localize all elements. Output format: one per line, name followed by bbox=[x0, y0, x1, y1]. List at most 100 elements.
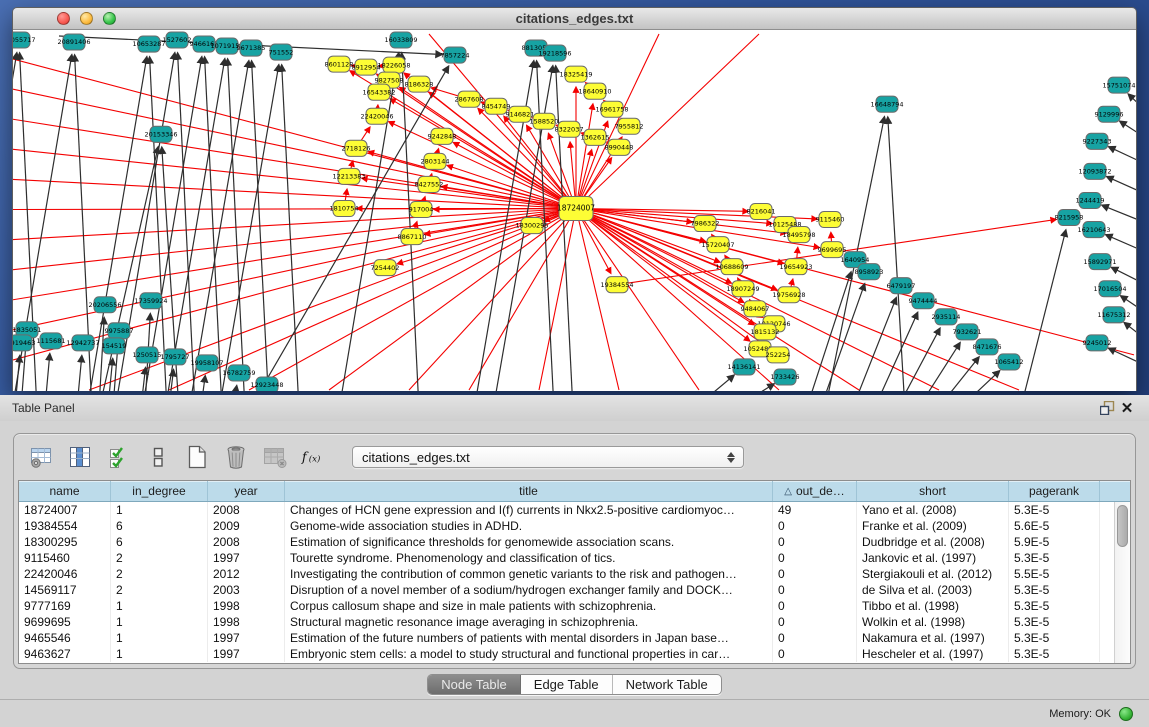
graph-node[interactable]: 10653287 bbox=[132, 36, 165, 52]
graph-node[interactable]: 9671385 bbox=[237, 40, 266, 56]
graph-node[interactable]: 7986322 bbox=[691, 216, 720, 232]
graph-node[interactable]: 1115681 bbox=[37, 333, 66, 349]
table-row[interactable]: 2242004622012Investigating the contribut… bbox=[19, 566, 1114, 582]
import-table-button-disabled[interactable] bbox=[262, 444, 288, 470]
graph-node[interactable]: 16210643 bbox=[1077, 222, 1110, 238]
graph-node[interactable]: 12942737 bbox=[66, 335, 99, 351]
float-panel-button[interactable] bbox=[1097, 399, 1117, 417]
graph-node[interactable]: 8216041 bbox=[747, 203, 776, 219]
graph-node[interactable]: 20153346 bbox=[144, 126, 177, 142]
column-header-outde[interactable]: △out_de… bbox=[773, 481, 857, 501]
column-header-name[interactable]: name bbox=[19, 481, 111, 501]
graph-node[interactable]: 9245012 bbox=[1083, 335, 1112, 351]
graph-node[interactable]: 8958923 bbox=[855, 264, 884, 280]
graph-node[interactable]: 252254 bbox=[766, 347, 791, 363]
graph-node[interactable]: 16033809 bbox=[384, 32, 417, 48]
graph-node[interactable]: 12923448 bbox=[250, 377, 283, 391]
graph-node[interactable]: 8427552 bbox=[415, 176, 444, 192]
graph-node[interactable]: 2718126 bbox=[342, 140, 371, 156]
graph-node[interactable]: 917004 bbox=[409, 201, 434, 217]
graph-node[interactable]: 2867608 bbox=[455, 91, 484, 107]
graph-node[interactable]: 751552 bbox=[269, 44, 294, 60]
graph-node[interactable]: 9242848 bbox=[428, 128, 457, 144]
graph-node[interactable]: 14136141 bbox=[727, 359, 760, 375]
graph-node[interactable]: 2803144 bbox=[421, 153, 450, 169]
graph-node[interactable]: 9484067 bbox=[741, 301, 770, 317]
graph-node[interactable]: 1527602 bbox=[163, 32, 192, 48]
column-header-indegree[interactable]: in_degree bbox=[111, 481, 208, 501]
rows-button[interactable] bbox=[145, 444, 171, 470]
close-panel-button[interactable]: ✕ bbox=[1117, 399, 1137, 417]
select-all-button[interactable] bbox=[106, 444, 132, 470]
graph-node[interactable]: 15751074 bbox=[1102, 77, 1135, 93]
graph-node[interactable]: 15720407 bbox=[701, 237, 734, 253]
graph-node[interactable]: 16782759 bbox=[222, 365, 255, 381]
graph-node[interactable]: 1244419 bbox=[1076, 192, 1105, 208]
graph-node[interactable]: 16961758 bbox=[595, 101, 628, 117]
graph-node[interactable]: 8912954 bbox=[352, 59, 381, 75]
graph-node[interactable]: 19654923 bbox=[779, 259, 812, 275]
graph-node[interactable]: 18907249 bbox=[726, 281, 759, 297]
graph-node[interactable]: 17359924 bbox=[134, 293, 167, 309]
graph-node[interactable]: 7932621 bbox=[953, 324, 982, 340]
graph-node[interactable]: 9129996 bbox=[1095, 106, 1124, 122]
scrollbar-thumb[interactable] bbox=[1117, 505, 1128, 547]
minimize-window-button[interactable] bbox=[80, 12, 93, 25]
graph-node[interactable]: 14055717 bbox=[13, 32, 36, 48]
table-row[interactable]: 977716911998Corpus callosum shape and si… bbox=[19, 598, 1114, 614]
table-row[interactable]: 969969511998Structural magnetic resonanc… bbox=[19, 614, 1114, 630]
graph-node[interactable]: 154519 bbox=[102, 338, 127, 354]
graph-node[interactable]: 16648794 bbox=[870, 96, 903, 112]
column-header-pagerank[interactable]: pagerank bbox=[1009, 481, 1100, 501]
graph-node[interactable]: 11675312 bbox=[1097, 307, 1130, 323]
graph-node[interactable]: 7254402 bbox=[371, 260, 400, 276]
graph-node[interactable]: 18640910 bbox=[578, 83, 611, 99]
graph-node[interactable]: 2935114 bbox=[932, 309, 961, 325]
table-row[interactable]: 1938455462009Genome-wide association stu… bbox=[19, 518, 1114, 534]
column-header-short[interactable]: short bbox=[857, 481, 1009, 501]
network-canvas[interactable]: 1872400786011288912954182260589827508818… bbox=[13, 30, 1136, 391]
table-row[interactable]: 1830029562008Estimation of significance … bbox=[19, 534, 1114, 550]
graph-node[interactable]: 18325419 bbox=[559, 66, 592, 82]
graph-node[interactable]: 8867110 bbox=[398, 229, 427, 245]
table-row[interactable]: 911546021997Tourette syndrome. Phenomeno… bbox=[19, 550, 1114, 566]
graph-node[interactable]: 8215958 bbox=[1055, 209, 1084, 225]
graph-node[interactable]: 9227343 bbox=[1083, 133, 1112, 149]
graph-node[interactable]: 8990448 bbox=[605, 139, 634, 155]
graph-node[interactable]: 19958107 bbox=[190, 355, 223, 371]
table-row[interactable]: 946362711997Embryonic stem cells: a mode… bbox=[19, 646, 1114, 662]
graph-node[interactable]: 9975887 bbox=[105, 323, 134, 339]
graph-node[interactable]: 12093872 bbox=[1078, 163, 1111, 179]
new-table-button[interactable] bbox=[184, 444, 210, 470]
function-builder-button[interactable]: f (x) bbox=[301, 444, 327, 470]
graph-node[interactable]: 7857224 bbox=[441, 47, 470, 63]
graph-node[interactable]: 9115460 bbox=[816, 212, 845, 228]
zoom-window-button[interactable] bbox=[103, 12, 116, 25]
graph-node[interactable]: 19384554 bbox=[600, 277, 633, 293]
graph-node[interactable]: 1815132 bbox=[751, 324, 780, 340]
close-window-button[interactable] bbox=[57, 12, 70, 25]
table-source-dropdown[interactable]: citations_edges.txt bbox=[352, 446, 744, 468]
graph-node[interactable]: 1250515 bbox=[133, 347, 162, 363]
tab-edge-table[interactable]: Edge Table bbox=[521, 675, 613, 694]
select-column-button[interactable] bbox=[67, 444, 93, 470]
table-row[interactable]: 1456911722003Disruption of a novel membe… bbox=[19, 582, 1114, 598]
graph-node[interactable]: 18724007 bbox=[557, 196, 595, 220]
graph-node[interactable]: 1810754 bbox=[330, 200, 359, 216]
graph-node[interactable]: 17016504 bbox=[1093, 281, 1126, 297]
table-vertical-scrollbar[interactable] bbox=[1114, 502, 1130, 663]
graph-node[interactable]: 7955812 bbox=[615, 118, 644, 134]
graph-node[interactable]: 18226058 bbox=[377, 57, 410, 73]
graph-node[interactable]: 8601128 bbox=[325, 56, 354, 72]
graph-node[interactable]: 10688609 bbox=[715, 259, 748, 275]
graph-node[interactable]: 8322037 bbox=[555, 121, 584, 137]
graph-node[interactable]: 1733426 bbox=[771, 369, 800, 385]
graph-node[interactable]: 9474444 bbox=[909, 293, 938, 309]
table-row[interactable]: 1872400712008Changes of HCN gene express… bbox=[19, 502, 1114, 518]
table-row[interactable]: 946554611997Estimation of the future num… bbox=[19, 630, 1114, 646]
network-graph[interactable]: 1872400786011288912954182260589827508818… bbox=[13, 30, 1136, 391]
column-header-year[interactable]: year bbox=[208, 481, 285, 501]
delete-table-button[interactable] bbox=[223, 444, 249, 470]
graph-node[interactable]: 1795727 bbox=[161, 349, 190, 365]
tab-node-table[interactable]: Node Table bbox=[428, 675, 521, 694]
